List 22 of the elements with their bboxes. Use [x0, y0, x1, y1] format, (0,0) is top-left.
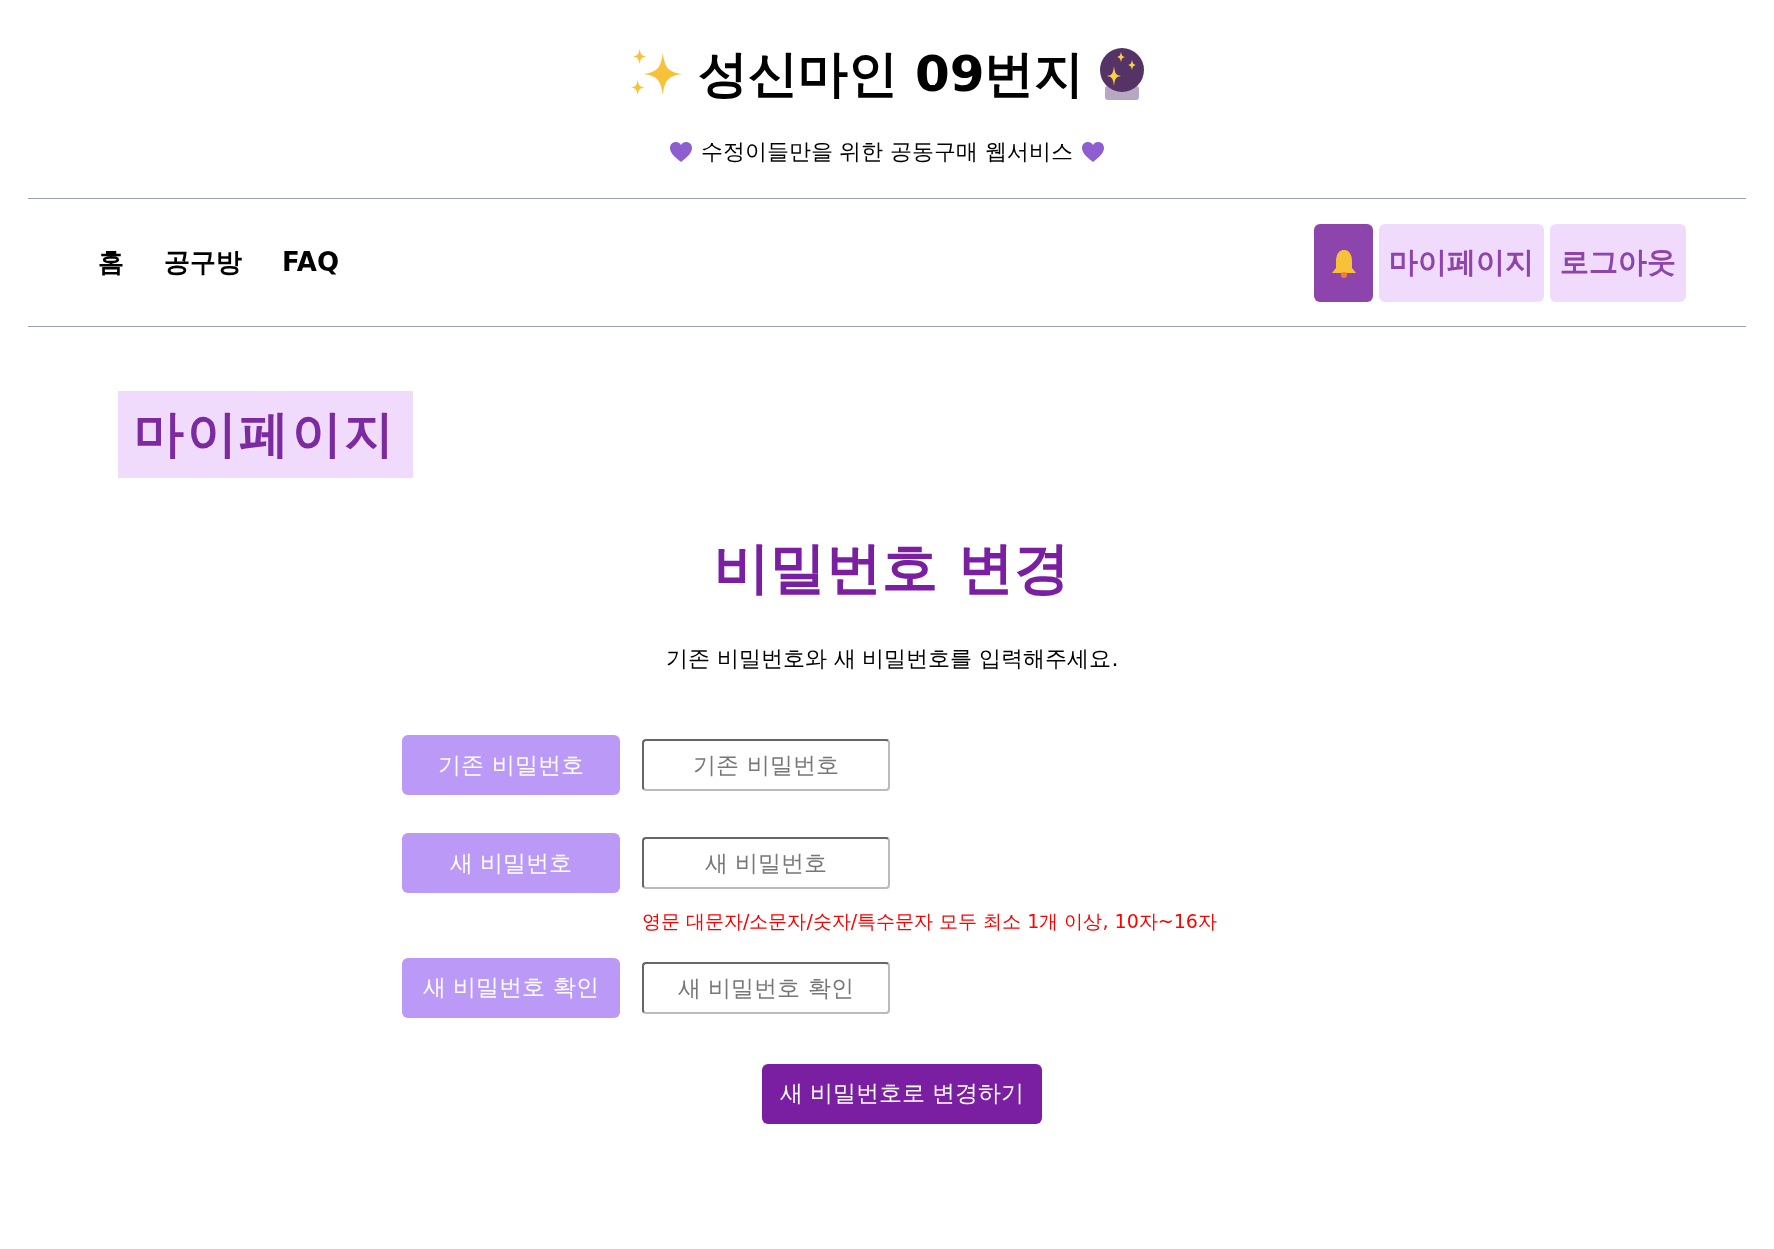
- field-label: 새 비밀번호 확인: [402, 957, 620, 1018]
- nav-button[interactable]: 마이페이지: [1379, 223, 1544, 302]
- nav-link[interactable]: FAQ: [282, 243, 339, 282]
- password-field[interactable]: 새 비밀번호: [642, 837, 890, 889]
- change-password-button[interactable]: 새 비밀번호로 변경하기: [761, 1063, 1043, 1124]
- nav-link[interactable]: 공구방: [164, 243, 242, 282]
- notification-button[interactable]: [1314, 223, 1373, 302]
- site-subtitle: 수정이들만을 위한 공동구매 웹서비스: [700, 138, 1074, 166]
- form-title: 비밀번호 변경: [714, 534, 1070, 602]
- nav-button[interactable]: 로그아웃: [1550, 223, 1686, 302]
- heart-icon: [1081, 140, 1106, 163]
- page-title: 마이페이지: [118, 391, 413, 478]
- form-description: 기존 비밀번호와 새 비밀번호를 입력해주세요.: [665, 645, 1119, 673]
- field-label: 새 비밀번호: [402, 833, 620, 893]
- bell-icon: [1329, 247, 1358, 278]
- site-title: 성신마인 09번지: [697, 49, 1085, 99]
- password-hint: 영문 대문자/소문자/숫자/특수문자 모두 최소 1개 이상, 10자~16자: [642, 910, 1217, 932]
- field-label: 기존 비밀번호: [402, 735, 620, 795]
- password-field[interactable]: 기존 비밀번호: [642, 739, 890, 791]
- password-field[interactable]: 새 비밀번호 확인: [642, 961, 890, 1014]
- heart-icon: [668, 140, 693, 163]
- nav-link[interactable]: 홈: [98, 243, 124, 282]
